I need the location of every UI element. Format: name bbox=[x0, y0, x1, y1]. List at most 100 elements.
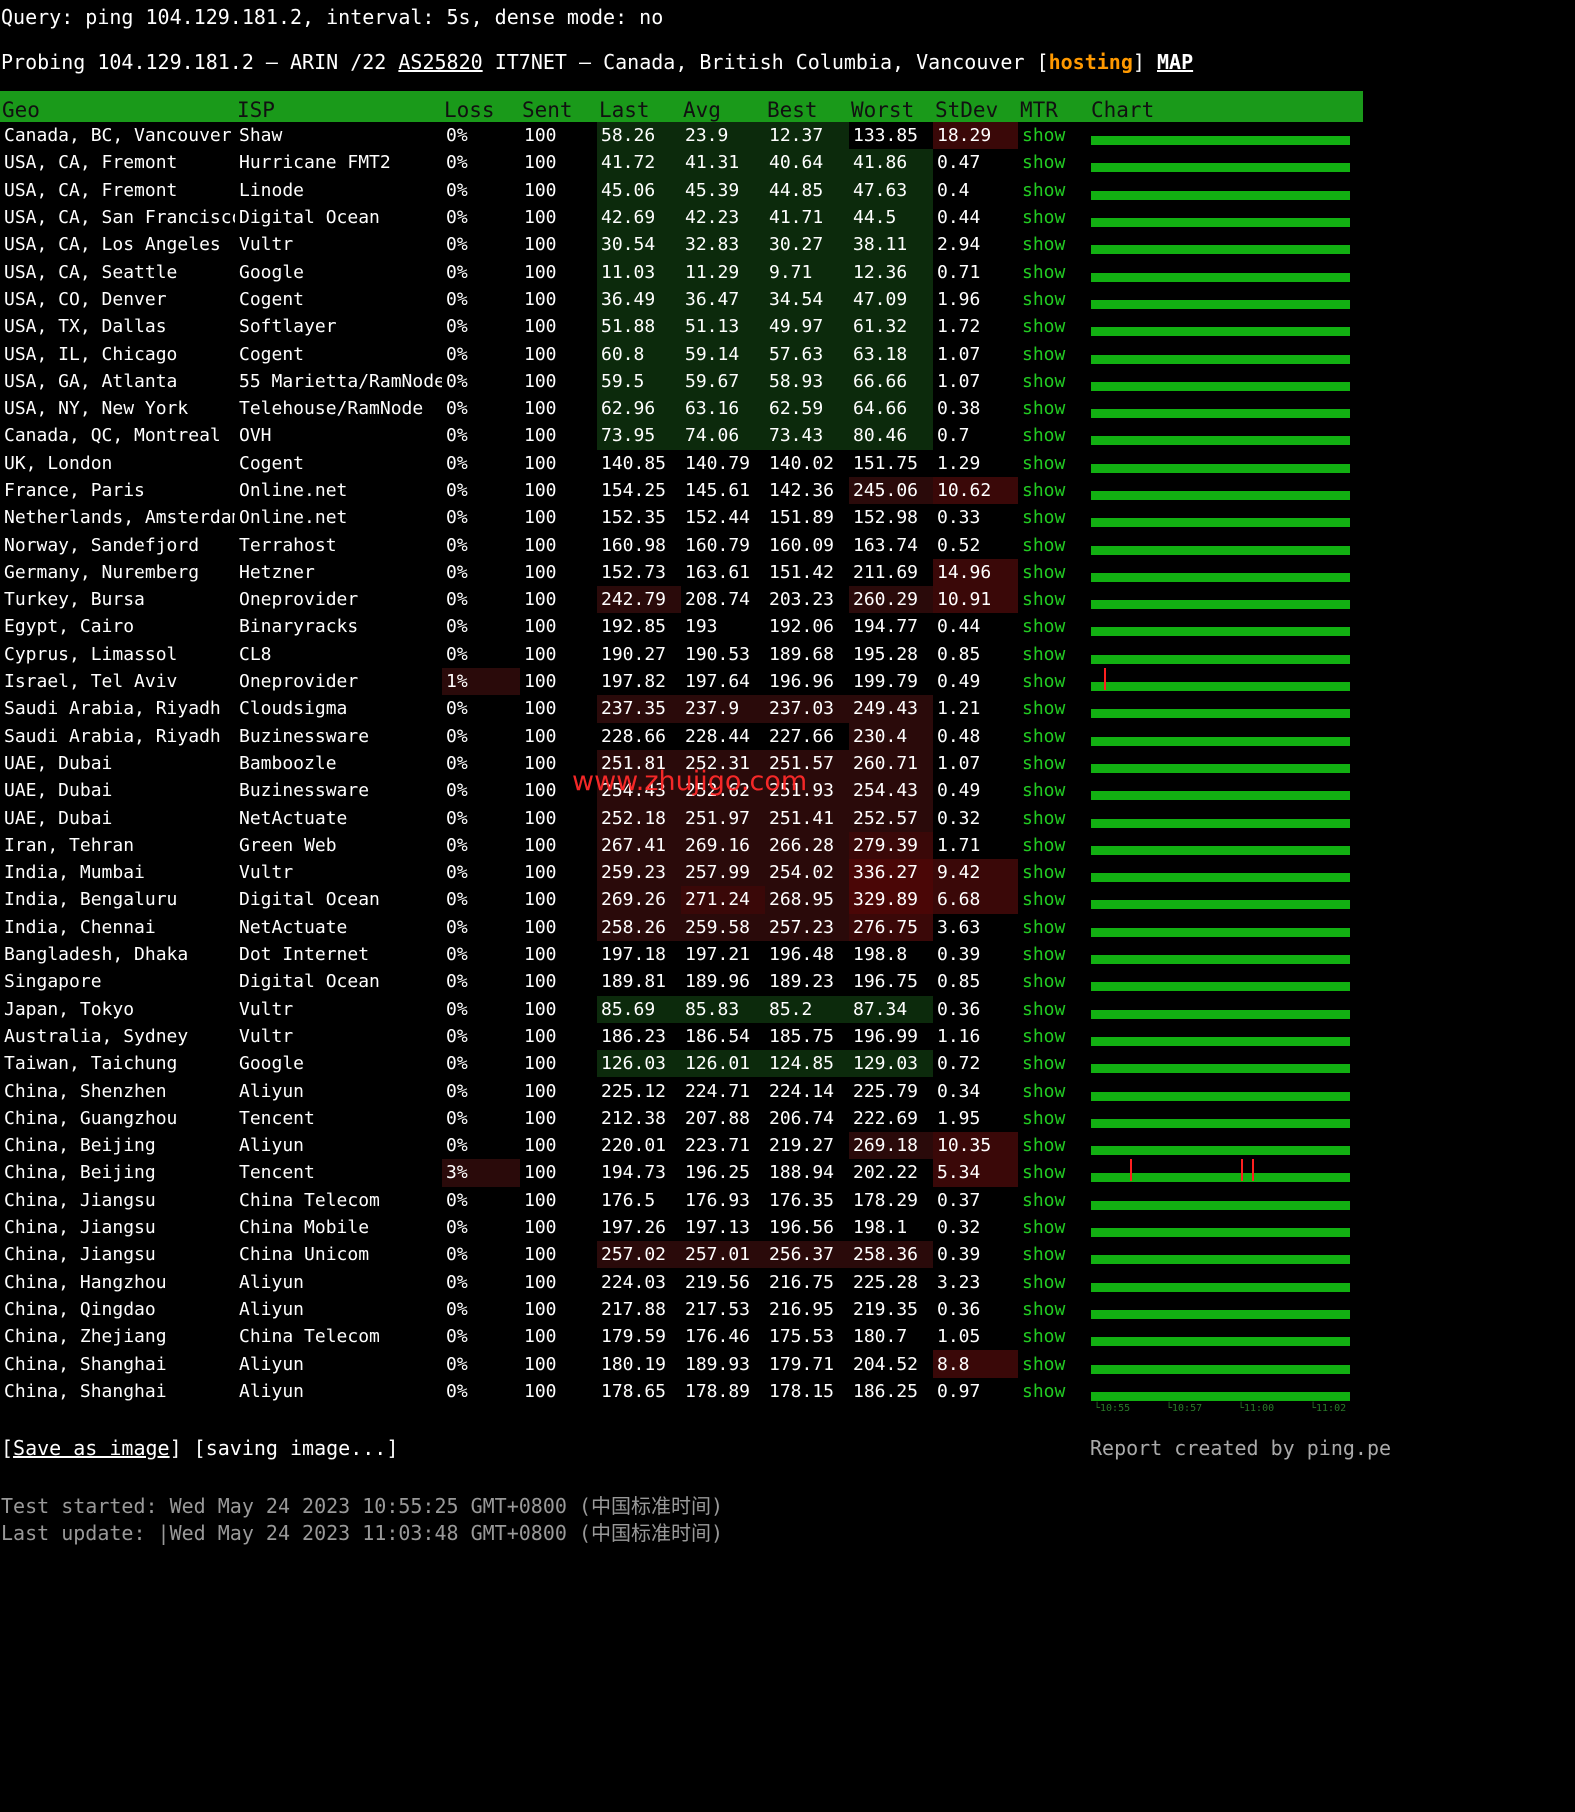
mtr-show-link[interactable]: show bbox=[1018, 641, 1089, 668]
best-cell: 189.23 bbox=[769, 971, 835, 993]
mtr-show-link[interactable]: show bbox=[1018, 804, 1089, 831]
loss-cell: 0% bbox=[446, 834, 468, 856]
mtr-show-link[interactable]: show bbox=[1018, 1159, 1089, 1186]
latency-bar bbox=[1091, 955, 1350, 965]
mtr-show-link[interactable]: show bbox=[1018, 613, 1089, 640]
mtr-show-link[interactable]: show bbox=[1018, 886, 1089, 913]
table-row: Taiwan, Taichung Google 0% 100 126.03 126.01 1… bbox=[0, 1050, 1363, 1078]
mtr-show-link[interactable]: show bbox=[1018, 149, 1089, 176]
mtr-show-link[interactable]: show bbox=[1018, 177, 1089, 204]
stdev-cell: 1.16 bbox=[937, 1025, 981, 1047]
loss-cell: 0% bbox=[446, 616, 468, 638]
mtr-show-link[interactable]: show bbox=[1018, 450, 1089, 477]
probe-location: IT7NET – Canada, British Columbia, Vanco… bbox=[482, 50, 1049, 74]
latency-bar bbox=[1091, 1200, 1350, 1210]
best-cell: 34.54 bbox=[765, 285, 849, 314]
mtr-show-link[interactable]: show bbox=[1018, 1268, 1089, 1295]
stdev-cell: 0.32 bbox=[937, 807, 981, 829]
latency-chart-cell bbox=[1089, 313, 1363, 340]
mtr-show-link[interactable]: show bbox=[1018, 204, 1089, 231]
mtr-show-link[interactable]: show bbox=[1018, 723, 1089, 750]
mtr-show-link[interactable]: show bbox=[1018, 996, 1089, 1023]
mtr-show-link[interactable]: show bbox=[1018, 695, 1089, 722]
latency-bar bbox=[1091, 436, 1350, 446]
mtr-show-link[interactable]: show bbox=[1018, 258, 1089, 285]
mtr-show-link[interactable]: show bbox=[1018, 368, 1089, 395]
mtr-show-link[interactable]: show bbox=[1018, 968, 1089, 995]
loss-cell: 0% bbox=[446, 316, 468, 338]
mtr-show-link[interactable]: show bbox=[1018, 914, 1089, 941]
latency-bar bbox=[1091, 1036, 1350, 1046]
mtr-show-link[interactable]: show bbox=[1018, 586, 1089, 613]
mtr-show-link[interactable]: show bbox=[1018, 750, 1089, 777]
table-row: China, Jiangsu China Mobile 0% 100 197.26 197… bbox=[0, 1214, 1363, 1241]
save-as-image-link[interactable]: Save as image bbox=[13, 1436, 170, 1460]
mtr-show-link[interactable]: show bbox=[1018, 395, 1089, 422]
mtr-show-link[interactable]: show bbox=[1018, 1187, 1089, 1214]
mtr-show-link[interactable]: show bbox=[1018, 231, 1089, 258]
mtr-show-link[interactable]: show bbox=[1018, 286, 1089, 313]
table-row: China, Guangzhou Tencent 0% 100 212.38 207.88… bbox=[0, 1105, 1363, 1132]
mtr-show-link[interactable]: show bbox=[1018, 1132, 1089, 1159]
isp-cell: Cogent bbox=[239, 452, 305, 474]
mtr-show-link[interactable]: show bbox=[1018, 122, 1089, 149]
mtr-show-link[interactable]: show bbox=[1018, 1378, 1089, 1405]
mtr-show-link[interactable]: show bbox=[1018, 313, 1089, 340]
geo-cell: Australia, Sydney bbox=[4, 1025, 189, 1047]
last-cell: 42.69 bbox=[597, 203, 681, 232]
mtr-show-link[interactable]: show bbox=[1018, 1323, 1089, 1350]
mtr-show-link[interactable]: show bbox=[1018, 1105, 1089, 1132]
sent-cell: 100 bbox=[524, 1353, 557, 1375]
map-link[interactable]: MAP bbox=[1157, 50, 1193, 74]
avg-cell: 257.99 bbox=[681, 859, 765, 887]
sent-cell: 100 bbox=[524, 1080, 557, 1102]
mtr-show-link[interactable]: show bbox=[1018, 668, 1089, 695]
mtr-show-link[interactable]: show bbox=[1018, 941, 1089, 968]
mtr-show-link[interactable]: show bbox=[1018, 531, 1089, 558]
worst-cell: 254.43 bbox=[849, 777, 933, 805]
latency-chart-cell bbox=[1089, 1350, 1363, 1377]
latency-chart-cell bbox=[1089, 1378, 1363, 1405]
asn-link[interactable]: AS25820 bbox=[398, 50, 482, 74]
worst-cell: 41.86 bbox=[849, 149, 933, 177]
stdev-cell: 10.35 bbox=[933, 1131, 1018, 1160]
latency-bar bbox=[1091, 218, 1350, 228]
mtr-show-link[interactable]: show bbox=[1018, 832, 1089, 859]
stdev-cell: 9.42 bbox=[933, 859, 1018, 887]
mtr-show-link[interactable]: show bbox=[1018, 559, 1089, 586]
mtr-show-link[interactable]: show bbox=[1018, 504, 1089, 531]
sent-cell: 100 bbox=[524, 944, 557, 966]
mtr-show-link[interactable]: show bbox=[1018, 1241, 1089, 1268]
latency-chart-cell bbox=[1089, 504, 1363, 531]
mtr-show-link[interactable]: show bbox=[1018, 777, 1089, 804]
geo-cell: France, Paris bbox=[4, 480, 145, 501]
mtr-show-link[interactable]: show bbox=[1018, 1296, 1089, 1323]
latency-chart-cell bbox=[1089, 804, 1363, 831]
avg-cell: 74.06 bbox=[681, 422, 765, 450]
isp-cell: Aliyun bbox=[239, 1298, 305, 1320]
mtr-show-link[interactable]: show bbox=[1018, 477, 1089, 504]
geo-cell: Germany, Nuremberg bbox=[4, 561, 200, 583]
mtr-show-link[interactable]: show bbox=[1018, 1050, 1089, 1077]
mtr-show-link[interactable]: show bbox=[1018, 859, 1089, 886]
last-cell: 258.26 bbox=[597, 913, 681, 941]
last-cell: 85.69 bbox=[597, 995, 681, 1023]
packet-loss-spike bbox=[1241, 1159, 1244, 1182]
avg-cell: 237.9 bbox=[681, 695, 765, 723]
mtr-show-link[interactable]: show bbox=[1018, 1214, 1089, 1241]
worst-cell: 80.46 bbox=[849, 422, 933, 450]
loss-cell: 0% bbox=[446, 288, 468, 310]
mtr-show-link[interactable]: show bbox=[1018, 1350, 1089, 1377]
table-row: China, Beijing Aliyun 0% 100 220.01 223.71 219… bbox=[0, 1131, 1363, 1160]
mtr-show-link[interactable]: show bbox=[1018, 1077, 1089, 1104]
latency-chart-cell bbox=[1089, 340, 1363, 367]
best-cell: 62.59 bbox=[765, 394, 849, 423]
stdev-cell: 0.47 bbox=[937, 152, 981, 174]
geo-cell: Canada, BC, Vancouver bbox=[4, 125, 232, 147]
worst-cell: 64.66 bbox=[849, 394, 933, 423]
table-row: China, Shenzhen Aliyun 0% 100 225.12 224.71 22… bbox=[0, 1077, 1363, 1104]
mtr-show-link[interactable]: show bbox=[1018, 422, 1089, 449]
sent-cell: 100 bbox=[524, 834, 557, 856]
mtr-show-link[interactable]: show bbox=[1018, 1023, 1089, 1050]
mtr-show-link[interactable]: show bbox=[1018, 340, 1089, 367]
